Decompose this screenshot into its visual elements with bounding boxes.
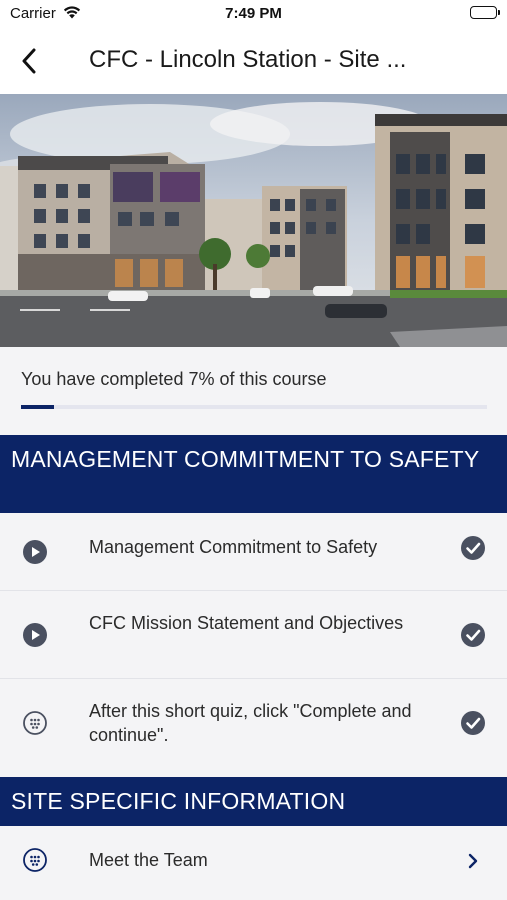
progress-bar-fill — [21, 405, 54, 409]
progress-text: You have completed 7% of this course — [21, 369, 327, 389]
section-spacer — [0, 767, 507, 777]
status-bar: Carrier 7:49 PM — [0, 0, 507, 30]
progress-bar — [21, 405, 487, 409]
lesson-item[interactable]: CFC Mission Statement and Objectives — [0, 591, 507, 679]
clock: 7:49 PM — [225, 5, 282, 22]
chevron-left-icon — [22, 48, 36, 74]
quiz-icon — [23, 711, 47, 735]
nav-bar: CFC - Lincoln Station - Site ... — [0, 36, 507, 86]
quiz-icon — [23, 848, 47, 872]
lesson-label: Meet the Team — [89, 850, 208, 870]
lesson-label: Management Commitment to Safety — [89, 537, 378, 557]
play-icon — [23, 540, 47, 564]
course-progress: You have completed 7% of this course — [0, 347, 507, 435]
page-title: CFC - Lincoln Station - Site ... — [89, 46, 407, 73]
lesson-label: After this short quiz, click "Complete a… — [89, 701, 412, 745]
lesson-item[interactable]: After this short quiz, click "Complete a… — [0, 679, 507, 767]
section-header-site-specific: SITE SPECIFIC INFORMATION — [0, 777, 507, 826]
play-icon — [23, 623, 47, 647]
back-button[interactable] — [12, 44, 46, 78]
check-circle-icon — [461, 711, 485, 735]
chevron-right-icon — [468, 853, 478, 869]
battery-icon — [470, 6, 500, 19]
section-header-management: MANAGEMENT COMMITMENT TO SAFETY — [0, 435, 507, 513]
check-circle-icon — [461, 623, 485, 647]
lesson-item[interactable]: Management Commitment to Safety — [0, 513, 507, 591]
check-circle-icon — [461, 536, 485, 560]
lesson-item[interactable]: Meet the Team — [0, 826, 507, 900]
lesson-label: CFC Mission Statement and Objectives — [89, 613, 404, 633]
course-hero-image — [0, 94, 507, 347]
